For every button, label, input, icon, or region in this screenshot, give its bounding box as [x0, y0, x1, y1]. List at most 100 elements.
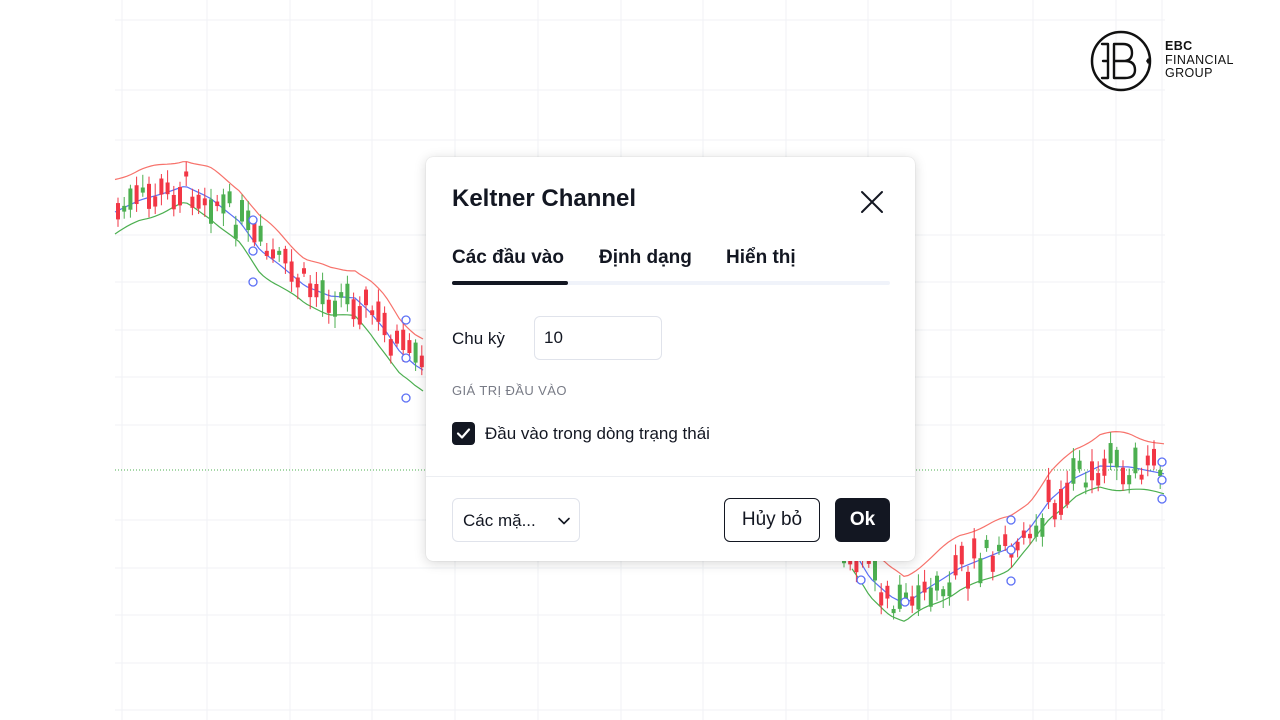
candle-body	[1145, 455, 1150, 466]
signal-marker	[248, 277, 258, 287]
candle-body	[339, 292, 344, 298]
candle-body	[196, 194, 201, 209]
candle-body	[289, 261, 294, 282]
close-button[interactable]	[856, 186, 888, 218]
candle-body	[953, 555, 958, 576]
candle-body	[990, 555, 995, 572]
candle-body	[258, 225, 263, 242]
input-values-section-label: GIÁ TRỊ ĐẦU VÀO	[452, 383, 567, 398]
candle-body	[376, 301, 381, 322]
signal-marker	[856, 575, 866, 585]
candle-body	[388, 339, 393, 356]
period-input[interactable]	[534, 316, 662, 360]
tab-visibility[interactable]: Hiển thị	[726, 247, 796, 269]
candle-body	[1034, 525, 1039, 537]
candle-body	[345, 283, 350, 305]
candle-body	[1003, 534, 1008, 547]
candle-body	[922, 581, 927, 593]
candle-body	[407, 340, 412, 354]
candle-body	[190, 196, 195, 208]
keltner-lower-band	[114, 202, 424, 392]
candle-body	[326, 299, 331, 313]
candle-body	[1090, 461, 1094, 481]
candle-body	[1121, 467, 1125, 485]
candle-body	[370, 310, 375, 316]
candle-body	[419, 355, 424, 368]
candle-body	[277, 250, 282, 255]
footer-divider	[426, 476, 915, 477]
period-label: Chu kỳ	[452, 329, 505, 348]
candle-body	[891, 608, 896, 614]
candle-body	[395, 330, 399, 344]
candle-body	[966, 571, 970, 589]
ebc-monogram-icon	[1090, 30, 1152, 92]
candle-body	[910, 596, 915, 606]
indicator-settings-dialog: Keltner Channel Các đầu vào Định dạng Hi…	[426, 157, 915, 561]
candle-body	[401, 329, 406, 351]
ok-button[interactable]: Ok	[835, 498, 890, 542]
candle-body	[184, 171, 189, 177]
candle-body	[879, 592, 884, 606]
signal-marker	[1006, 545, 1016, 555]
brand-logo: EBC FINANCIAL GROUP	[1090, 30, 1260, 94]
candle-body	[1021, 530, 1026, 538]
candle-body	[351, 299, 356, 320]
candle-body	[941, 589, 946, 597]
candle-body	[1096, 473, 1101, 486]
candle-body	[116, 203, 120, 220]
candle-body	[122, 205, 127, 212]
candle-body	[959, 545, 964, 565]
candle-body	[1114, 449, 1119, 468]
candle-body	[1046, 479, 1051, 503]
candle-body	[1077, 460, 1082, 470]
candle-body	[1071, 458, 1076, 484]
candle-body	[227, 191, 232, 204]
candle-body	[935, 575, 939, 591]
active-tab-indicator	[452, 281, 568, 285]
candle-body	[202, 198, 207, 206]
candle-body	[178, 187, 182, 206]
signal-marker	[401, 393, 411, 403]
signal-marker	[248, 215, 258, 225]
template-select[interactable]: Các mặ...	[452, 498, 580, 542]
candle-body	[1059, 488, 1063, 515]
signal-marker	[1006, 576, 1016, 586]
cancel-button[interactable]: Hủy bỏ	[724, 498, 820, 542]
candle-body	[221, 194, 226, 214]
candle-body	[165, 182, 170, 195]
candle-body	[1152, 448, 1156, 466]
brand-line-2: FINANCIAL	[1165, 52, 1234, 67]
signal-marker	[401, 315, 411, 325]
candle-body	[1083, 482, 1088, 488]
brand-line-3: GROUP	[1165, 66, 1213, 80]
signal-marker	[900, 597, 910, 607]
candle-body	[314, 283, 319, 298]
status-line-checkbox[interactable]	[452, 422, 475, 445]
dialog-title: Keltner Channel	[452, 185, 637, 212]
candle-body	[302, 268, 306, 274]
tab-style[interactable]: Định dạng	[599, 247, 692, 269]
candle-body	[364, 289, 368, 306]
candle-body	[1133, 447, 1138, 474]
candle-body	[413, 342, 418, 363]
candle-body	[1139, 474, 1144, 480]
candle-body	[271, 249, 275, 259]
candle-body	[947, 582, 952, 597]
candle-body	[1127, 475, 1132, 485]
candle-body	[171, 194, 176, 210]
brand-line-1: EBC	[1165, 39, 1193, 53]
candle-body	[233, 224, 238, 239]
candle-body	[283, 248, 288, 264]
status-line-checkbox-label[interactable]: Đầu vào trong dòng trạng thái	[485, 424, 710, 444]
candle-body	[382, 312, 387, 336]
candle-body	[997, 544, 1001, 552]
candle-body	[1065, 482, 1070, 505]
signal-marker	[401, 353, 411, 363]
candle-body	[209, 199, 213, 224]
candle-body	[972, 538, 977, 559]
candle-body	[928, 587, 933, 607]
candle-body	[1052, 503, 1057, 520]
candle-body	[357, 306, 362, 325]
tab-inputs[interactable]: Các đầu vào	[452, 247, 564, 269]
close-icon[interactable]	[860, 190, 884, 214]
